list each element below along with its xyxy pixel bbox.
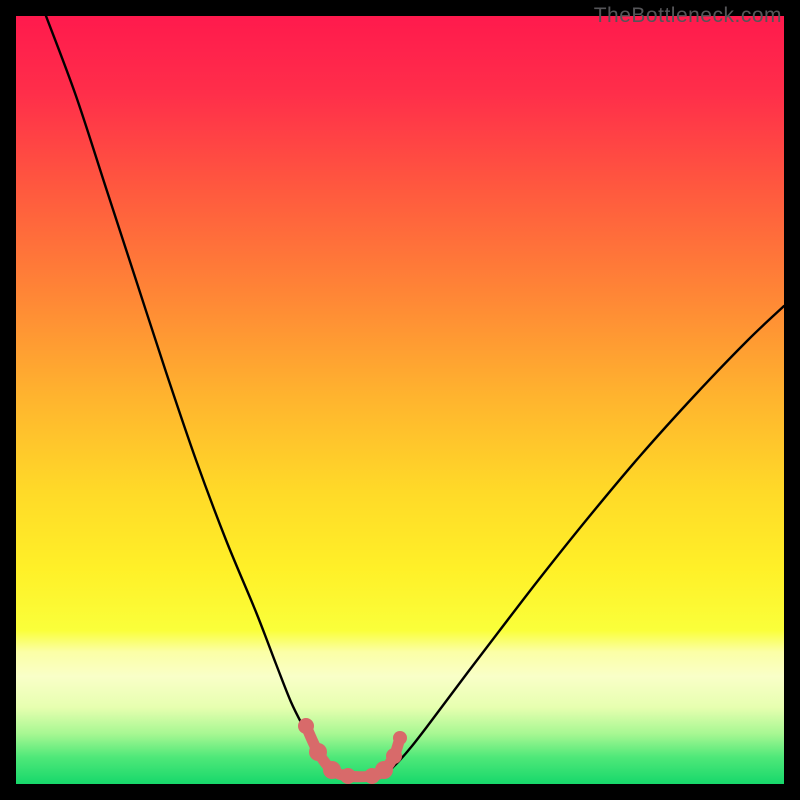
marker-dot [309, 743, 327, 761]
marker-dot [375, 761, 393, 779]
marker-dot [386, 748, 402, 764]
plot-frame [16, 16, 784, 784]
marker-dot [298, 718, 314, 734]
marker-dot [340, 768, 356, 784]
curve-plot [16, 16, 784, 784]
marker-dot [323, 761, 341, 779]
bottleneck-curve [46, 16, 784, 780]
watermark-text: TheBottleneck.com [594, 4, 782, 28]
marker-dot [393, 731, 407, 745]
